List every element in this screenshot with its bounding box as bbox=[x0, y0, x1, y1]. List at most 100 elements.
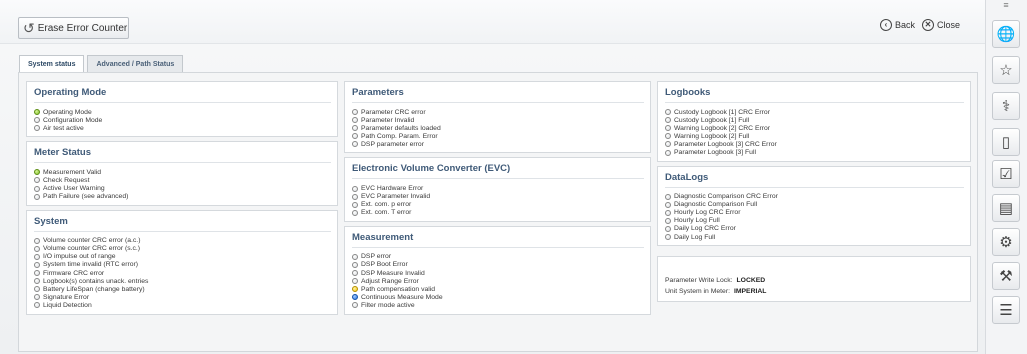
status-indicator-icon bbox=[34, 177, 40, 184]
logbooks-title: Logbooks bbox=[665, 87, 964, 103]
status-item: DSP parameter error bbox=[352, 140, 644, 148]
globe-gear-icon[interactable]: 🌐 bbox=[992, 20, 1020, 48]
status-indicator-icon bbox=[352, 141, 358, 148]
status-item-label: Parameter Invalid bbox=[361, 116, 415, 124]
app-window: ↺ Erase Error Counter ‹ Back ✕ Close ≡ 🌐… bbox=[0, 0, 1027, 354]
star-icon[interactable]: ☆ bbox=[992, 56, 1020, 84]
status-item: Diagnostic Comparison CRC Error bbox=[665, 193, 964, 201]
status-indicator-icon bbox=[34, 253, 40, 260]
overflow-icon: ≡ bbox=[1003, 0, 1009, 10]
status-item-label: Warning Logbook [2] Full bbox=[674, 132, 750, 140]
measurement-title: Measurement bbox=[352, 232, 644, 248]
document-icon[interactable]: ▤ bbox=[992, 194, 1020, 222]
status-item: Parameter Logbook [3] CRC Error bbox=[665, 140, 964, 148]
status-item-label: Path compensation valid bbox=[361, 285, 436, 293]
status-item: EVC Hardware Error bbox=[352, 184, 644, 192]
status-item-label: Adjust Range Error bbox=[361, 277, 419, 285]
status-item-label: Ext. com. T error bbox=[361, 209, 412, 217]
stethoscope-icon[interactable]: ⚕ bbox=[992, 92, 1020, 120]
status-indicator-icon bbox=[665, 217, 671, 224]
status-item-label: System time invalid (RTC error) bbox=[43, 261, 139, 269]
status-item: DSP Measure Invalid bbox=[352, 269, 644, 277]
status-item: Check Request bbox=[34, 176, 331, 184]
status-indicator-icon bbox=[34, 169, 40, 176]
list-icon[interactable]: ☰ bbox=[992, 296, 1020, 324]
status-item: Parameter CRC error bbox=[352, 108, 644, 116]
column-right: Logbooks Custody Logbook [1] CRC Error Cu… bbox=[657, 81, 971, 306]
status-indicator-icon bbox=[352, 261, 358, 268]
operating-mode-title: Operating Mode bbox=[34, 87, 331, 103]
status-item-label: Warning Logbook [2] CRC Error bbox=[674, 124, 771, 132]
status-indicator-icon bbox=[665, 117, 671, 124]
status-indicator-icon bbox=[34, 261, 40, 268]
status-item: Warning Logbook [2] CRC Error bbox=[665, 124, 964, 132]
status-item-label: Custody Logbook [1] CRC Error bbox=[674, 108, 770, 116]
status-item-label: Logbook(s) contains unack. entries bbox=[43, 277, 149, 285]
evc-title: Electronic Volume Converter (EVC) bbox=[352, 163, 644, 180]
status-indicator-icon bbox=[34, 125, 40, 132]
meter-status-title: Meter Status bbox=[34, 147, 331, 164]
operating-mode-list: Operating Mode Configuration Mode Air test… bbox=[34, 108, 331, 132]
status-item-label: Path Failure (see advanced) bbox=[43, 193, 129, 201]
status-indicator-icon bbox=[665, 201, 671, 208]
back-button[interactable]: ‹ Back bbox=[880, 17, 915, 33]
right-icon-bar: ≡ 🌐 ☆ ⚕ ▯ ☑ ▤ ⚙ ⚒ ☰ bbox=[985, 0, 1027, 354]
status-indicator-icon bbox=[34, 185, 40, 192]
write-lock-status: Parameter Write Lock: LOCKED bbox=[665, 275, 964, 286]
book-icon[interactable]: ▯ bbox=[992, 128, 1020, 156]
status-indicator-icon bbox=[352, 294, 358, 301]
status-item-label: Liquid Detection bbox=[43, 301, 92, 309]
status-item-label: Volume counter CRC error (a.c.) bbox=[43, 237, 141, 245]
status-item: Volume counter CRC error (s.c.) bbox=[34, 245, 331, 253]
status-item-label: Diagnostic Comparison CRC Error bbox=[674, 193, 778, 201]
status-item-label: Volume counter CRC error (s.c.) bbox=[43, 245, 141, 253]
status-item: Continuous Measure Mode bbox=[352, 293, 644, 301]
status-item-label: DSP Measure Invalid bbox=[361, 269, 425, 277]
status-item: Warning Logbook [2] Full bbox=[665, 132, 964, 140]
status-item-label: Custody Logbook [1] Full bbox=[674, 116, 750, 124]
status-item-label: Operating Mode bbox=[43, 108, 92, 116]
status-item: Logbook(s) contains unack. entries bbox=[34, 277, 331, 285]
wrench-icon[interactable]: ⚒ bbox=[992, 262, 1020, 290]
status-indicator-icon bbox=[34, 109, 40, 116]
status-item-label: Continuous Measure Mode bbox=[361, 293, 443, 301]
checklist-icon[interactable]: ☑ bbox=[992, 160, 1020, 188]
status-item-label: EVC Parameter Invalid bbox=[361, 193, 431, 201]
status-item: Hourly Log Full bbox=[665, 217, 964, 225]
status-item: Diagnostic Comparison Full bbox=[665, 201, 964, 209]
status-item: Adjust Range Error bbox=[352, 277, 644, 285]
status-indicator-icon bbox=[665, 141, 671, 148]
system-panel: System Volume counter CRC error (a.c.) Vo… bbox=[26, 209, 338, 315]
status-item-label: DSP parameter error bbox=[361, 140, 424, 148]
status-item: Battery LifeSpan (change battery) bbox=[34, 285, 331, 293]
status-item: Parameter defaults loaded bbox=[352, 124, 644, 132]
status-indicator-icon bbox=[352, 286, 358, 293]
operating-mode-panel: Operating Mode Operating Mode Configurati… bbox=[26, 81, 338, 138]
status-indicator-icon bbox=[34, 278, 40, 285]
status-item: Ext. com. p error bbox=[352, 201, 644, 209]
tab-advanced-path-status[interactable]: Advanced / Path Status bbox=[87, 55, 184, 72]
status-item: Configuration Mode bbox=[34, 116, 331, 124]
status-item-label: DSP Boot Error bbox=[361, 261, 408, 269]
status-item-label: Diagnostic Comparison Full bbox=[674, 201, 758, 209]
erase-error-counter-button[interactable]: ↺ Erase Error Counter bbox=[18, 17, 129, 39]
status-item: Custody Logbook [1] Full bbox=[665, 116, 964, 124]
status-indicator-icon bbox=[34, 294, 40, 301]
status-indicator-icon bbox=[352, 209, 358, 216]
status-indicator-icon bbox=[352, 302, 358, 309]
refresh-icon: ↺ bbox=[23, 20, 35, 36]
tab-system-status[interactable]: System status bbox=[19, 55, 85, 73]
close-button[interactable]: ✕ Close bbox=[922, 17, 960, 33]
settings-icon[interactable]: ⚙ bbox=[992, 228, 1020, 256]
status-indicator-icon bbox=[352, 193, 358, 200]
status-item: I/O impulse out of range bbox=[34, 253, 331, 261]
status-item: Signature Error bbox=[34, 293, 331, 301]
status-item: Path compensation valid bbox=[352, 285, 644, 293]
status-item-label: Parameter defaults loaded bbox=[361, 124, 441, 132]
parameters-title: Parameters bbox=[352, 87, 644, 103]
logbooks-panel: Logbooks Custody Logbook [1] CRC Error Cu… bbox=[657, 81, 971, 162]
status-item: EVC Parameter Invalid bbox=[352, 193, 644, 201]
status-indicator-icon bbox=[665, 193, 671, 200]
system-status-content: Operating Mode Operating Mode Configurati… bbox=[18, 72, 978, 352]
status-indicator-icon bbox=[34, 245, 40, 252]
